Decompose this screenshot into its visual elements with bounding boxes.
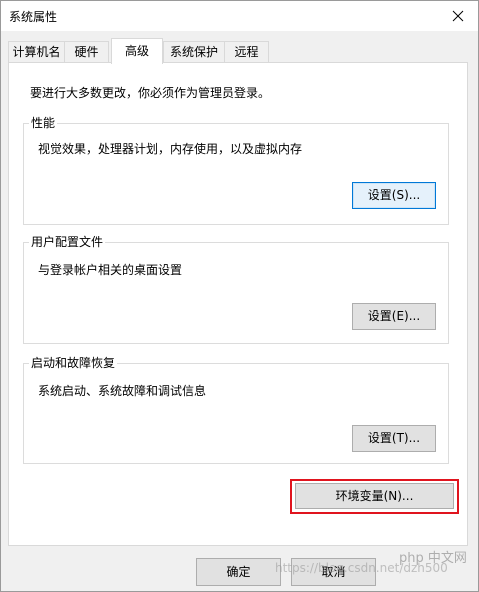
performance-group: 性能 视觉效果，处理器计划，内存使用，以及虚拟内存 设置(S)...: [23, 115, 449, 225]
startup-recovery-group: 启动和故障恢复 系统启动、系统故障和调试信息 设置(T)...: [23, 355, 449, 464]
tab-system-protection[interactable]: 系统保护: [163, 41, 225, 62]
close-button[interactable]: [438, 1, 478, 31]
watermark-logo: php 中文网: [399, 551, 467, 566]
tab-advanced[interactable]: 高级: [111, 38, 163, 64]
title-bar: 系统属性: [1, 1, 478, 31]
performance-group-title: 性能: [29, 115, 58, 131]
tab-remote[interactable]: 远程: [224, 41, 269, 62]
tab-strip: 计算机名 硬件 高级 系统保护 远程: [1, 38, 478, 64]
user-profiles-description: 与登录帐户相关的桌面设置: [38, 263, 183, 277]
user-profiles-group: 用户配置文件 与登录帐户相关的桌面设置 设置(E)...: [23, 234, 449, 344]
user-profiles-settings-button[interactable]: 设置(E)...: [352, 303, 436, 330]
startup-recovery-group-title: 启动和故障恢复: [29, 355, 118, 371]
close-icon: [452, 10, 464, 22]
cancel-button[interactable]: 取消: [291, 558, 376, 586]
tab-computer-name[interactable]: 计算机名: [8, 41, 65, 62]
startup-recovery-description: 系统启动、系统故障和调试信息: [38, 384, 207, 398]
tab-hardware[interactable]: 硬件: [64, 41, 109, 62]
window-title: 系统属性: [9, 10, 58, 24]
performance-settings-button[interactable]: 设置(S)...: [352, 182, 436, 209]
startup-recovery-settings-button[interactable]: 设置(T)...: [352, 425, 436, 452]
ok-button[interactable]: 确定: [196, 558, 281, 586]
system-properties-window: 系统属性 计算机名 硬件 高级 系统保护 远程 要进行大多数更改，你必须作为管理…: [0, 0, 479, 592]
advanced-tab-panel: 要进行大多数更改，你必须作为管理员登录。 性能 视觉效果，处理器计划，内存使用，…: [8, 62, 468, 546]
admin-notice: 要进行大多数更改，你必须作为管理员登录。: [30, 86, 271, 100]
performance-description: 视觉效果，处理器计划，内存使用，以及虚拟内存: [38, 142, 303, 156]
user-profiles-group-title: 用户配置文件: [29, 234, 106, 250]
environment-variables-button[interactable]: 环境变量(N)...: [295, 483, 454, 509]
